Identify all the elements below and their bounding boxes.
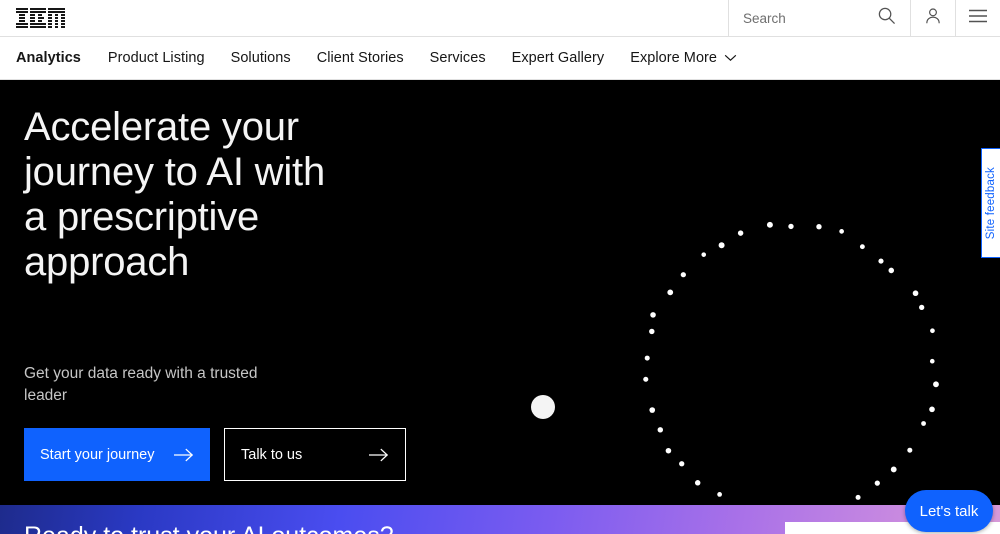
nav-item-product-listing[interactable]: Product Listing	[95, 37, 218, 80]
nav-label: Solutions	[230, 50, 291, 66]
nav-item-services[interactable]: Services	[417, 37, 499, 80]
hero-button-row: Start your journey Talk to us	[24, 428, 406, 481]
dot-ring-graphic	[643, 221, 939, 500]
nav-item-analytics[interactable]: Analytics	[16, 37, 95, 80]
hamburger-menu-button[interactable]	[955, 0, 1000, 36]
site-feedback-tab[interactable]: Site feedback	[981, 148, 1000, 258]
page-title: Accelerate your journey to AI with a pre…	[24, 105, 326, 284]
nav-item-expert-gallery[interactable]: Expert Gallery	[499, 37, 618, 80]
nav-label: Client Stories	[316, 50, 404, 66]
talk-to-us-button[interactable]: Talk to us	[224, 428, 406, 481]
button-label: Start your journey	[40, 446, 155, 463]
start-your-journey-button[interactable]: Start your journey	[24, 428, 210, 481]
arrow-right-icon	[174, 447, 194, 463]
chevron-down-icon	[724, 50, 737, 66]
nav-label: Explore More	[630, 50, 718, 66]
nav-item-client-stories[interactable]: Client Stories	[304, 37, 417, 80]
hero-section: Accelerate your journey to AI with a pre…	[0, 80, 1000, 505]
user-profile-button[interactable]	[910, 0, 955, 36]
ibm-logo-link[interactable]	[0, 0, 120, 36]
large-dot-graphic	[531, 395, 555, 419]
page-root: Analytics Product Listing Solutions Clie…	[0, 0, 1000, 534]
lets-talk-button[interactable]: Let's talk	[905, 490, 993, 532]
search-container[interactable]	[728, 0, 910, 36]
nav-label: Analytics	[16, 50, 81, 66]
nav-label: Expert Gallery	[511, 50, 605, 66]
arrow-right-icon	[369, 447, 389, 463]
search-input[interactable]	[743, 0, 863, 36]
masthead	[0, 0, 1000, 37]
ibm-logo	[16, 8, 65, 28]
nav-label: Services	[429, 50, 486, 66]
hero-subtitle: Get your data ready with a trusted leade…	[24, 365, 258, 404]
button-label: Talk to us	[241, 446, 303, 463]
user-profile-icon	[923, 6, 943, 31]
nav-item-explore-more[interactable]: Explore More	[617, 37, 750, 80]
lets-talk-label: Let's talk	[919, 502, 979, 520]
main-navigation: Analytics Product Listing Solutions Clie…	[0, 37, 1000, 80]
site-feedback-label: Site feedback	[985, 166, 997, 240]
hamburger-menu-icon	[968, 8, 988, 29]
masthead-spacer	[120, 0, 728, 36]
cta-band-title: Ready to trust your AI outcomes?	[24, 522, 394, 534]
search-icon[interactable]	[877, 6, 896, 30]
nav-label: Product Listing	[107, 50, 205, 66]
nav-item-solutions[interactable]: Solutions	[218, 37, 304, 80]
